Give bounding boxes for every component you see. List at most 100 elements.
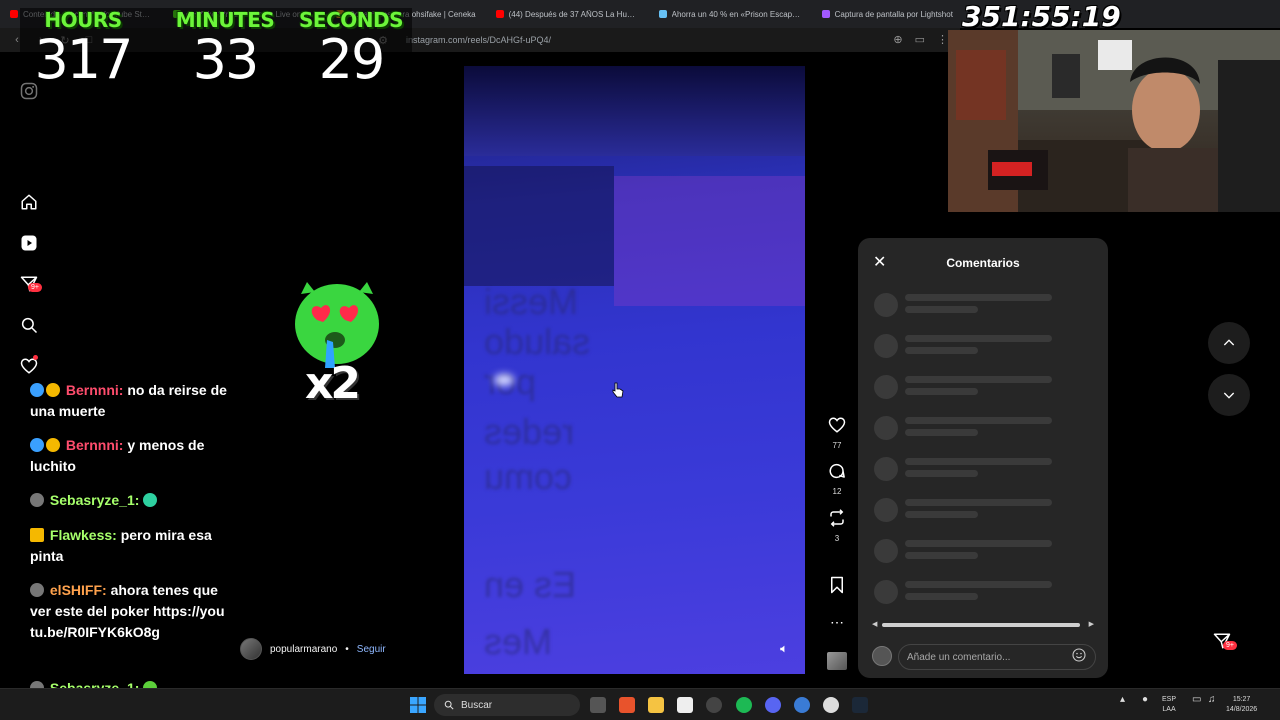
tab-favicon-icon [495,10,504,18]
skeleton-avatar [874,539,898,563]
chat-username[interactable]: elSHIFF: [50,582,107,598]
skeleton-line [905,417,1052,424]
zoom-icon[interactable]: ⊕ [893,33,902,46]
video-blur-text-1: Messi [484,281,579,322]
capcut-icon[interactable] [677,697,693,713]
url-text[interactable]: instagram.com/reels/DcAHGf-uPQ4/ [406,35,551,45]
scroll-left-icon[interactable]: ◀ [872,620,877,628]
chat-username[interactable]: Bernnni: [66,382,124,398]
floating-messages-button[interactable]: 9+ [1213,632,1237,652]
next-reel-button[interactable] [1208,374,1250,416]
video-glare [494,374,514,386]
comments-scrollbar[interactable]: ◀ ▶ [872,620,1094,628]
chat-username[interactable]: Bernnni: [66,437,124,453]
notifications-icon[interactable] [18,355,40,377]
reel-video[interactable]: Messi saludo por redes comu Es en Mes [464,66,805,674]
webcam-image [948,30,1280,212]
chat-message: Sebasryze_1: [24,488,234,514]
video-blur-text-7: Mes [484,621,553,662]
scroll-right-icon[interactable]: ▶ [1089,620,1094,628]
chat-message: Bernnni: y menos de luchito [24,433,234,483]
address-actions: ⊕ ▭ ⋮ [893,33,948,46]
skeleton-line [905,347,978,354]
browser-tab[interactable]: Ahorra un 40 % en «Prison Escape Simulat… [649,0,812,28]
reel-account: popularmarano • Seguir [240,638,386,660]
video-magenta-block [614,176,805,306]
skeleton-line [905,581,1052,588]
comment-icon [829,463,845,479]
clock[interactable]: 15:27 14/8/2026 [1226,695,1257,715]
comment-skeleton [874,580,1084,606]
chat-username[interactable]: Flawkess: [50,527,117,543]
cast-icon[interactable]: ▭ [915,33,925,46]
brave-browser-icon[interactable] [619,697,635,713]
tab-label: Captura de pantalla por Lightshot [834,9,953,19]
repost-count: 3 [834,534,840,543]
skeleton-line [905,306,978,313]
skull-app-icon[interactable] [823,697,839,713]
mute-icon[interactable] [779,644,793,658]
task-view-icon[interactable] [590,697,606,713]
stream-timer: HOURS 317 MINUTES 33 SECONDS 29 [20,8,412,100]
emoji-icon[interactable] [1071,647,1087,668]
follow-button[interactable]: Seguir [357,644,386,655]
video-blur-text-5: comu [484,456,573,497]
repost-icon [830,509,844,527]
taskbar-search[interactable]: Buscar [434,694,580,716]
spotify-icon[interactable] [736,697,752,713]
skeleton-line [905,458,1052,465]
network-icon[interactable]: ▭ [1192,695,1201,705]
steam-icon[interactable] [852,697,868,713]
stream-clock: 351:55:19 [962,0,1121,33]
gift-badge-icon [46,438,60,452]
messages-icon[interactable]: 9+ [18,273,42,295]
save-action[interactable] [824,576,850,599]
like-action[interactable]: 77 [824,416,850,450]
volume-icon[interactable]: ♫ [1208,695,1216,705]
windows-start-icon[interactable] [410,697,426,718]
search-icon [444,700,454,710]
browser-tab[interactable]: Captura de pantalla por Lightshot [812,0,963,28]
sword-badge-icon [30,438,44,452]
file-explorer-icon[interactable] [648,697,664,713]
sword-badge-icon [30,383,44,397]
video-top-band [464,66,805,156]
more-options-icon[interactable]: ⋯ [824,614,850,631]
search-icon[interactable] [18,314,40,336]
comment-skeleton [874,457,1084,483]
user-avatar [872,646,892,666]
repost-action[interactable]: 3 [824,509,850,543]
language-indicator[interactable]: ESP LAA [1162,695,1176,715]
skeleton-avatar [874,498,898,522]
tray-overflow-icon[interactable]: ▴ [1120,695,1125,705]
home-icon[interactable] [18,191,40,213]
account-name[interactable]: popularmarano [270,644,337,655]
extensions-icon[interactable]: ⋮ [937,33,948,46]
comment-skeleton [874,293,1084,319]
ccleaner-icon[interactable] [794,697,810,713]
comment-input[interactable] [907,651,1067,663]
comments-panel: ✕ Comentarios ◀ ▶ [858,238,1108,678]
obs-icon[interactable] [706,697,722,713]
previous-reel-button[interactable] [1208,322,1250,364]
tab-label: (44) Después de 37 AÑOS La Humanidad... [508,9,639,19]
scroll-thumb[interactable] [882,623,1080,627]
chat-message: Bernnni: no da reirse de una muerte [24,378,234,428]
comments-title: Comentarios [946,256,1020,270]
audio-thumbnail[interactable] [827,652,847,670]
discord-icon[interactable] [765,697,781,713]
tab-favicon-icon [658,10,667,18]
reels-icon[interactable] [18,232,40,254]
tab-label: Ahorra un 40 % en «Prison Escape Simulat… [671,9,802,19]
chat-username[interactable]: Sebasryze_1: [50,492,140,508]
browser-tab[interactable]: (44) Después de 37 AÑOS La Humanidad... [486,0,649,28]
account-avatar[interactable] [240,638,262,660]
comment-action[interactable]: 12 [824,462,850,496]
like-count: 77 [832,441,842,450]
microphone-icon[interactable]: ● [1142,695,1148,705]
skeleton-line [905,470,978,477]
video-blur-text-6: Es en [484,564,577,605]
account-separator: • [345,643,349,655]
hand-cursor-icon [612,382,624,403]
video-dark-block [464,166,614,286]
